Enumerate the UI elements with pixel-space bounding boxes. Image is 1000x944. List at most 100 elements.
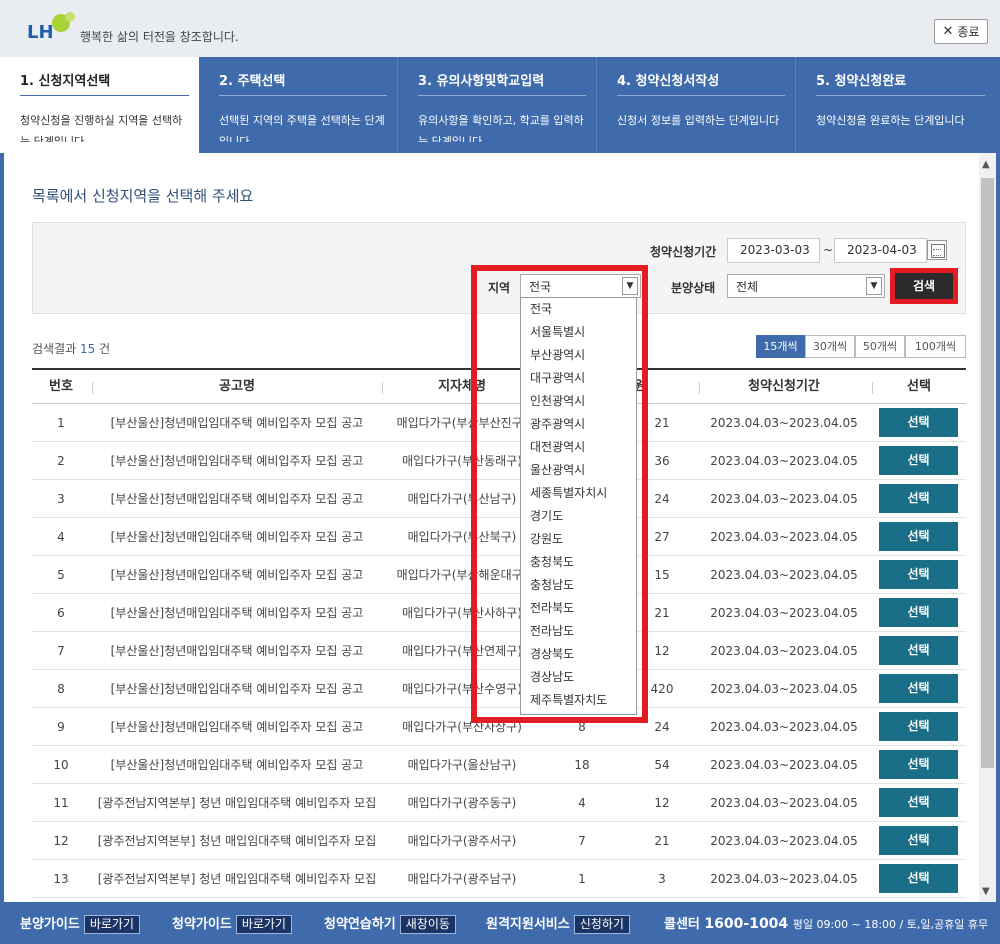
close-icon: ✕ (942, 24, 954, 39)
scroll-down-icon[interactable]: ▼ (982, 886, 990, 897)
page-size-15[interactable]: 15개씩 (756, 335, 805, 358)
cell-period: 2023.04.03~2023.04.05 (710, 758, 858, 772)
step-4: 4. 청약신청서작성 신청서 정보를 입력하는 단계입니다 (597, 57, 796, 153)
search-button[interactable]: 검색 (890, 268, 958, 304)
select-button[interactable]: 선택 (879, 598, 958, 627)
callcenter-label: 콜센터 (664, 917, 700, 932)
cell-name: [부산울산]청년매입임대주택 예비입주자 모집 공고 (110, 530, 364, 544)
date-separator: ~ (823, 243, 834, 257)
cell-name: [광주전남지역본부] 청년 매입임대주택 예비입주자 모집 (97, 872, 377, 886)
step-1: 1. 신청지역선택 청약신청을 진행하실 지역을 선택하는 단계입니다 (0, 57, 199, 165)
callcenter-phone: 1600-1004 (704, 916, 789, 932)
step-title: 3. 유의사항및학교입력 (418, 70, 586, 96)
select-button[interactable]: 선택 (879, 864, 958, 893)
step-bar: 1. 신청지역선택 청약신청을 진행하실 지역을 선택하는 단계입니다 2. 주… (0, 57, 1000, 165)
cell-period: 2023.04.03~2023.04.05 (710, 872, 858, 886)
cell-period: 2023.04.03~2023.04.05 (710, 568, 858, 582)
cell-period: 2023.04.03~2023.04.05 (710, 492, 858, 506)
practice-label: 청약연습하기 (324, 917, 396, 932)
practice-button[interactable]: 새창이동 (399, 915, 456, 934)
table-row: 13 [광주전남지역본부] 청년 매입임대주택 예비입주자 모집 매입다가구(광주남… (32, 860, 966, 898)
select-button[interactable]: 선택 (879, 636, 958, 665)
cell-recruit: 21 (654, 834, 670, 848)
cell-no: 2 (57, 454, 65, 468)
cell-period: 2023.04.03~2023.04.05 (710, 682, 858, 696)
cell-no: 13 (53, 872, 69, 886)
cell-name: [부산울산]청년매입임대주택 예비입주자 모집 공고 (110, 682, 364, 696)
cell-no: 6 (57, 606, 65, 620)
cell-name: [부산울산]청년매입임대주택 예비입주자 모집 공고 (110, 416, 364, 430)
cell-period: 2023.04.03~2023.04.05 (710, 416, 858, 430)
page-size-100[interactable]: 100개씩 (905, 335, 966, 358)
sales-guide-button[interactable]: 바로가기 (83, 915, 140, 934)
sales-guide-label: 분양가이드 (20, 917, 80, 932)
cell-no: 5 (57, 568, 65, 582)
cell-count: 1 (578, 872, 586, 886)
close-button[interactable]: ✕ 종료 (934, 19, 988, 44)
select-button[interactable]: 선택 (879, 446, 958, 475)
result-prefix: 검색결과 (32, 342, 77, 356)
cell-name: [부산울산]청년매입임대주택 예비입주자 모집 공고 (110, 492, 364, 506)
cell-period: 2023.04.03~2023.04.05 (710, 796, 858, 810)
footer-callcenter: 콜센터 1600-1004 평일 09:00 ~ 18:00 / 토,일,공휴일… (664, 913, 988, 932)
cell-period: 2023.04.03~2023.04.05 (710, 606, 858, 620)
vertical-scrollbar[interactable]: ▲ ▼ (979, 153, 996, 903)
cell-recruit: 12 (654, 796, 670, 810)
step-desc: 청약신청을 완료하는 단계입니다 (816, 114, 965, 127)
result-suffix: 건 (99, 342, 111, 356)
date-to-input[interactable]: 2023-04-03 (834, 238, 927, 263)
footer-remote: 원격지원서비스 신청하기 (486, 913, 630, 934)
select-button[interactable]: 선택 (879, 826, 958, 855)
apply-guide-button[interactable]: 바로가기 (235, 915, 292, 934)
step-title: 4. 청약신청서작성 (617, 70, 785, 96)
result-count-value: 15 (80, 342, 96, 356)
cell-name: [부산울산]청년매입임대주택 예비입주자 모집 공고 (110, 644, 364, 658)
table-row: 12 [광주전남지역본부] 청년 매입임대주택 예비입주자 모집 매입다가구(광주서… (32, 822, 966, 860)
select-button[interactable]: 선택 (879, 788, 958, 817)
cell-period: 2023.04.03~2023.04.05 (710, 834, 858, 848)
cell-no: 4 (57, 530, 65, 544)
cell-name: [광주전남지역본부] 청년 매입임대주택 예비입주자 모집 (97, 796, 377, 810)
select-button[interactable]: 선택 (879, 484, 958, 513)
apply-guide-label: 청약가이드 (172, 917, 232, 932)
cell-period: 2023.04.03~2023.04.05 (710, 720, 858, 734)
app-header: LH 행복한 삶의 터전을 창조합니다. ✕ 종료 (0, 0, 1000, 57)
status-select[interactable]: 전체 ▼ (727, 274, 885, 298)
logo-text: LH (27, 22, 54, 43)
step-title: 2. 주택선택 (219, 70, 387, 96)
select-button[interactable]: 선택 (879, 712, 958, 741)
select-button[interactable]: 선택 (879, 560, 958, 589)
cell-region: 매입다가구(울산남구) (407, 758, 517, 772)
page-size-30[interactable]: 30개씩 (805, 335, 855, 358)
cell-region: 매입다가구(광주서구) (407, 834, 517, 848)
step-title: 5. 청약신청완료 (816, 70, 985, 96)
step-5: 5. 청약신청완료 청약신청을 완료하는 단계입니다 (796, 57, 995, 153)
scroll-thumb[interactable] (981, 178, 994, 768)
cell-name: [부산울산]청년매입임대주택 예비입주자 모집 공고 (110, 758, 364, 772)
step-desc: 선택된 지역의 주택을 선택하는 단계입니다 (219, 114, 385, 142)
footer-bar: 분양가이드 바로가기 청약가이드 바로가기 청약연습하기 새창이동 원격지원서비스 신청… (0, 902, 1000, 944)
remote-button[interactable]: 신청하기 (573, 915, 630, 934)
footer-apply-guide: 청약가이드 바로가기 (172, 913, 292, 934)
close-label: 종료 (957, 25, 980, 39)
status-label: 분양상태 (671, 281, 716, 295)
cell-no: 8 (57, 682, 65, 696)
highlight-frame (471, 265, 648, 723)
cell-name: [부산울산]청년매입임대주택 예비입주자 모집 공고 (110, 720, 364, 734)
cell-region: 매입다가구(광주남구) (407, 872, 517, 886)
scroll-up-icon[interactable]: ▲ (982, 159, 990, 170)
select-button[interactable]: 선택 (879, 408, 958, 437)
calendar-icon[interactable] (927, 240, 947, 260)
cell-period: 2023.04.03~2023.04.05 (710, 644, 858, 658)
table-row: 10 [부산울산]청년매입임대주택 예비입주자 모집 공고 매입다가구(울산남구) 1… (32, 746, 966, 784)
select-button[interactable]: 선택 (879, 522, 958, 551)
select-button[interactable]: 선택 (879, 674, 958, 703)
page-size-50[interactable]: 50개씩 (855, 335, 905, 358)
cell-period: 2023.04.03~2023.04.05 (710, 454, 858, 468)
date-from-input[interactable]: 2023-03-03 (727, 238, 820, 263)
step-desc: 신청서 정보를 입력하는 단계입니다 (617, 114, 780, 127)
cell-no: 1 (57, 416, 65, 430)
cell-count: 4 (578, 796, 586, 810)
select-button[interactable]: 선택 (879, 750, 958, 779)
search-button-label: 검색 (895, 273, 953, 299)
